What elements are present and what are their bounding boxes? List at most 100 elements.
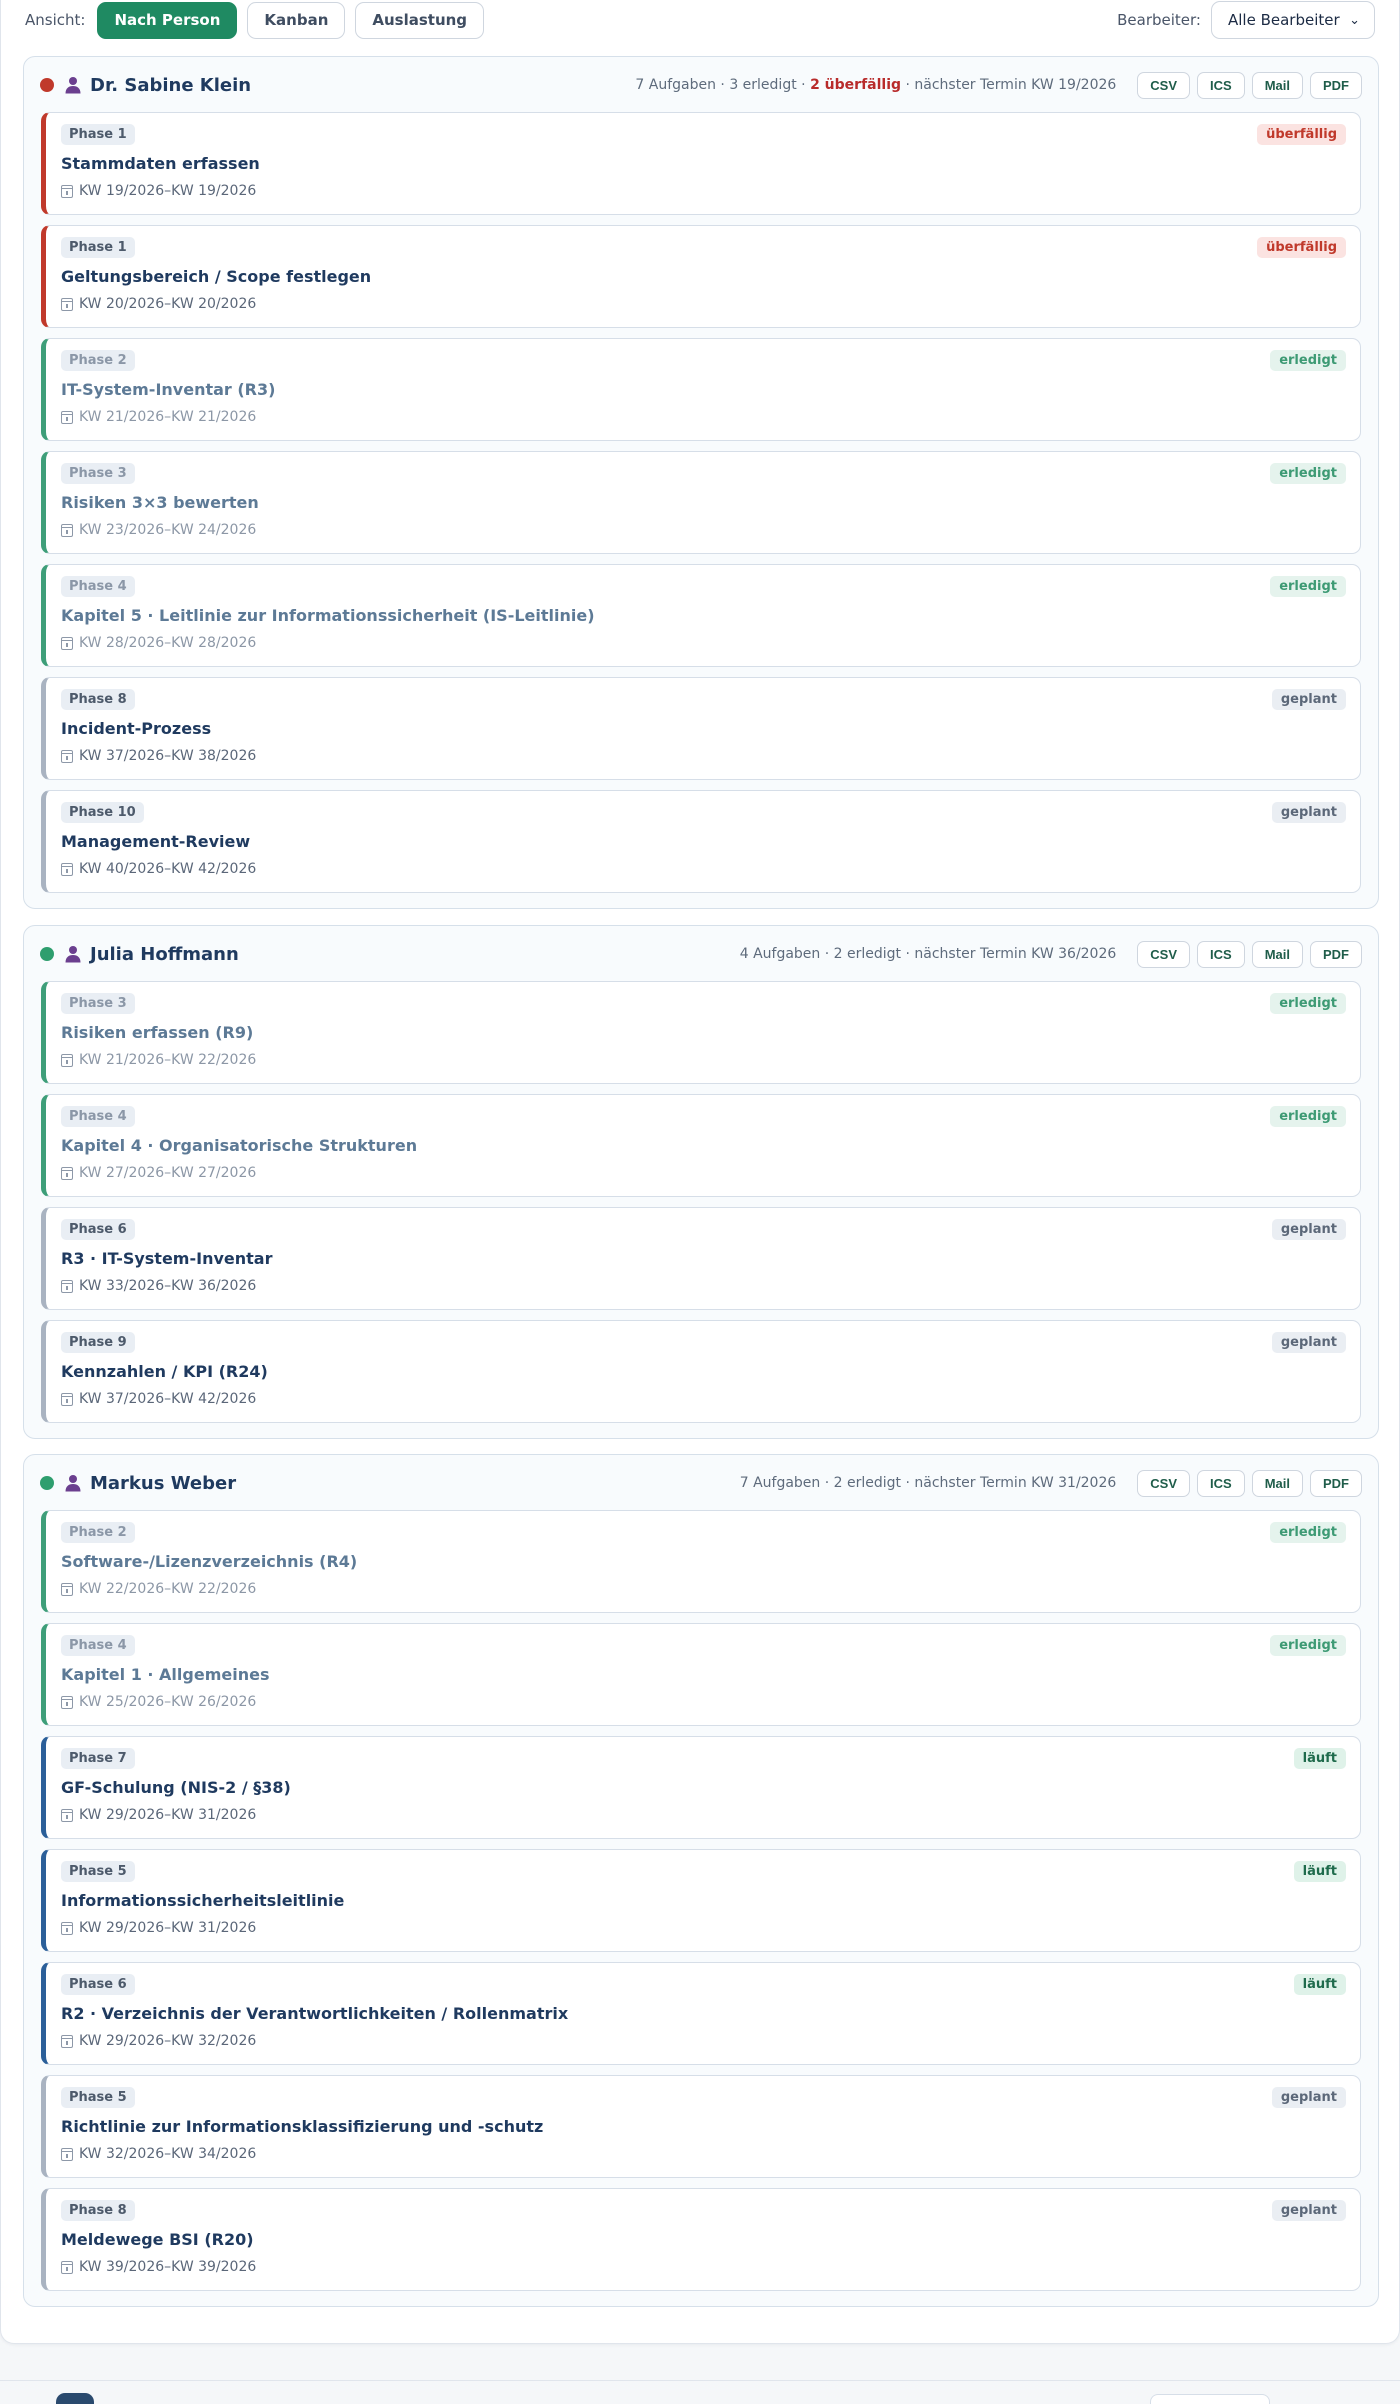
- task-date-text: KW 32/2026–KW 34/2026: [79, 2146, 257, 2162]
- status-badge: erledigt: [1270, 463, 1346, 484]
- phase-tag: Phase 8: [61, 2200, 135, 2221]
- export-ics-button[interactable]: ICS: [1197, 940, 1245, 968]
- status-badge: überfällig: [1257, 124, 1346, 145]
- calendar-icon: [61, 749, 73, 763]
- calendar-icon: [61, 297, 73, 311]
- phase-tag: Phase 3: [61, 463, 135, 484]
- task-title: Geltungsbereich / Scope festlegen: [61, 267, 372, 286]
- task-date-text: KW 19/2026–KW 19/2026: [79, 183, 257, 199]
- calendar-icon: [61, 862, 73, 876]
- status-badge: erledigt: [1270, 1522, 1346, 1543]
- export-pdf-button[interactable]: PDF: [1310, 1469, 1362, 1497]
- task-date-text: KW 22/2026–KW 22/2026: [79, 1581, 257, 1597]
- status-badge: läuft: [1293, 1861, 1346, 1882]
- calendar-icon: [61, 410, 73, 424]
- assignee-filter-label: Bearbeiter:: [1117, 11, 1201, 29]
- task-date-range: KW 32/2026–KW 34/2026: [61, 2146, 256, 2162]
- view-label: Ansicht:: [25, 11, 86, 29]
- view-button-nach-person[interactable]: Nach Person: [97, 1, 238, 39]
- task-card[interactable]: Phase 2 erledigt Software-/Lizenzverzeichn…: [41, 1510, 1361, 1613]
- phase-tag: Phase 4: [61, 1106, 135, 1127]
- task-date-range: KW 28/2026–KW 28/2026: [61, 635, 256, 651]
- person-group-header[interactable]: Markus Weber 7 Aufgaben · 2 erledigt · nä…: [24, 1455, 1378, 1511]
- task-card[interactable]: Phase 10 geplant Management-Review KW 40/20…: [41, 790, 1361, 893]
- calendar-icon: [61, 1582, 73, 1596]
- assignee-select-value: Alle Bearbeiter: [1228, 11, 1340, 29]
- task-card[interactable]: Phase 3 erledigt Risiken erfassen (R9) KW 2…: [41, 981, 1361, 1084]
- task-date-text: KW 37/2026–KW 38/2026: [79, 748, 257, 764]
- task-card[interactable]: Phase 4 erledigt Kapitel 5 · Leitlinie zur…: [41, 564, 1361, 667]
- export-ics-button[interactable]: ICS: [1197, 71, 1245, 99]
- task-card[interactable]: Phase 2 erledigt IT-System-Inventar (R3) KW…: [41, 338, 1361, 441]
- task-title: Kapitel 4 · Organisatorische Strukturen: [61, 1136, 418, 1155]
- person-name: Markus Weber: [90, 1472, 237, 1494]
- export-ics-button[interactable]: ICS: [1197, 1469, 1245, 1497]
- task-title: Risiken 3×3 bewerten: [61, 493, 259, 512]
- task-list: Phase 2 erledigt Software-/Lizenzverzeichn…: [41, 1510, 1361, 2301]
- person-group-header[interactable]: Dr. Sabine Klein 7 Aufgaben · 3 erledigt …: [24, 57, 1378, 113]
- export-csv-button[interactable]: CSV: [1137, 940, 1191, 968]
- view-button-kanban[interactable]: Kanban: [247, 1, 346, 39]
- export-pdf-button[interactable]: PDF: [1310, 71, 1362, 99]
- task-card[interactable]: Phase 6 geplant R3 · IT-System-Inventar KW …: [41, 1207, 1361, 1310]
- export-mail-button[interactable]: Mail: [1251, 71, 1303, 99]
- task-date-range: KW 33/2026–KW 36/2026: [61, 1278, 256, 1294]
- task-title: Management-Review: [61, 832, 251, 851]
- person-group: Julia Hoffmann 4 Aufgaben · 2 erledigt · …: [23, 925, 1379, 1439]
- task-date-range: KW 21/2026–KW 22/2026: [61, 1052, 256, 1068]
- task-card[interactable]: Phase 9 geplant Kennzahlen / KPI (R24) KW 3…: [41, 1320, 1361, 1423]
- task-card[interactable]: Phase 7 läuft GF-Schulung (NIS-2 / §38) KW …: [41, 1736, 1361, 1839]
- task-card[interactable]: Phase 1 überfällig Geltungsbereich / Scope…: [41, 225, 1361, 328]
- task-date-range: KW 20/2026–KW 20/2026: [61, 296, 256, 312]
- task-date-range: KW 25/2026–KW 26/2026: [61, 1694, 256, 1710]
- phase-tag: Phase 6: [61, 1219, 135, 1240]
- task-date-text: KW 21/2026–KW 22/2026: [79, 1052, 257, 1068]
- task-card[interactable]: Phase 5 läuft Informationssicherheitsleitl…: [41, 1849, 1361, 1952]
- task-date-text: KW 21/2026–KW 21/2026: [79, 409, 257, 425]
- export-csv-button[interactable]: CSV: [1137, 71, 1191, 99]
- export-mail-button[interactable]: Mail: [1251, 940, 1303, 968]
- task-card[interactable]: Phase 5 geplant Richtlinie zur Information…: [41, 2075, 1361, 2178]
- calendar-icon: [61, 1695, 73, 1709]
- stats-text: 4 Aufgaben · 2 erledigt · nächster Termi…: [739, 946, 1117, 962]
- task-card[interactable]: Phase 1 überfällig Stammdaten erfassen KW 1…: [41, 112, 1361, 215]
- task-card[interactable]: Phase 4 erledigt Kapitel 1 · Allgemeines KW…: [41, 1623, 1361, 1726]
- task-date-range: KW 23/2026–KW 24/2026: [61, 522, 256, 538]
- task-card[interactable]: Phase 6 läuft R2 · Verzeichnis der Verantw…: [41, 1962, 1361, 2065]
- phase-tag: Phase 9: [61, 1332, 135, 1353]
- phase-tag: Phase 7: [61, 1748, 135, 1769]
- task-date-range: KW 21/2026–KW 21/2026: [61, 409, 256, 425]
- phase-tag: Phase 1: [61, 124, 135, 145]
- task-title: R2 · Verzeichnis der Verantwortlichkeite…: [61, 2004, 569, 2023]
- status-badge: geplant: [1271, 689, 1346, 710]
- task-card[interactable]: Phase 3 erledigt Risiken 3×3 bewerten KW 23…: [41, 451, 1361, 554]
- status-badge: erledigt: [1270, 1106, 1346, 1127]
- task-date-text: KW 25/2026–KW 26/2026: [79, 1694, 257, 1710]
- status-dot: [40, 947, 54, 961]
- status-badge: geplant: [1271, 1219, 1346, 1240]
- task-card[interactable]: Phase 8 geplant Meldewege BSI (R20) KW 39/2…: [41, 2188, 1361, 2291]
- view-button-auslastung[interactable]: Auslastung: [355, 1, 485, 39]
- task-card[interactable]: Phase 8 geplant Incident-Prozess KW 37/2026…: [41, 677, 1361, 780]
- person-group: Dr. Sabine Klein 7 Aufgaben · 3 erledigt …: [23, 56, 1379, 909]
- export-csv-button[interactable]: CSV: [1137, 1469, 1191, 1497]
- task-date-text: KW 29/2026–KW 31/2026: [79, 1920, 257, 1936]
- task-title: R3 · IT-System-Inventar: [61, 1249, 273, 1268]
- person-group-header[interactable]: Julia Hoffmann 4 Aufgaben · 2 erledigt · …: [24, 926, 1378, 982]
- person-name: Dr. Sabine Klein: [90, 74, 252, 96]
- task-title: Kapitel 5 · Leitlinie zur Informationssi…: [61, 606, 595, 625]
- assignee-select[interactable]: Alle Bearbeiter ⌄: [1211, 1, 1375, 39]
- task-title: Kennzahlen / KPI (R24): [61, 1362, 268, 1381]
- status-badge: geplant: [1271, 802, 1346, 823]
- export-mail-button[interactable]: Mail: [1251, 1469, 1303, 1497]
- task-card[interactable]: Phase 4 erledigt Kapitel 4 · Organisatoris…: [41, 1094, 1361, 1197]
- export-pdf-button[interactable]: PDF: [1310, 940, 1362, 968]
- task-list: Phase 3 erledigt Risiken erfassen (R9) KW 2…: [41, 981, 1361, 1433]
- status-badge: geplant: [1271, 1332, 1346, 1353]
- calendar-icon: [61, 2147, 73, 2161]
- phase-tag: Phase 3: [61, 993, 135, 1014]
- person-icon: [64, 76, 82, 94]
- task-date-text: KW 33/2026–KW 36/2026: [79, 1278, 257, 1294]
- task-date-text: KW 37/2026–KW 42/2026: [79, 1391, 257, 1407]
- task-date-text: KW 27/2026–KW 27/2026: [79, 1165, 257, 1181]
